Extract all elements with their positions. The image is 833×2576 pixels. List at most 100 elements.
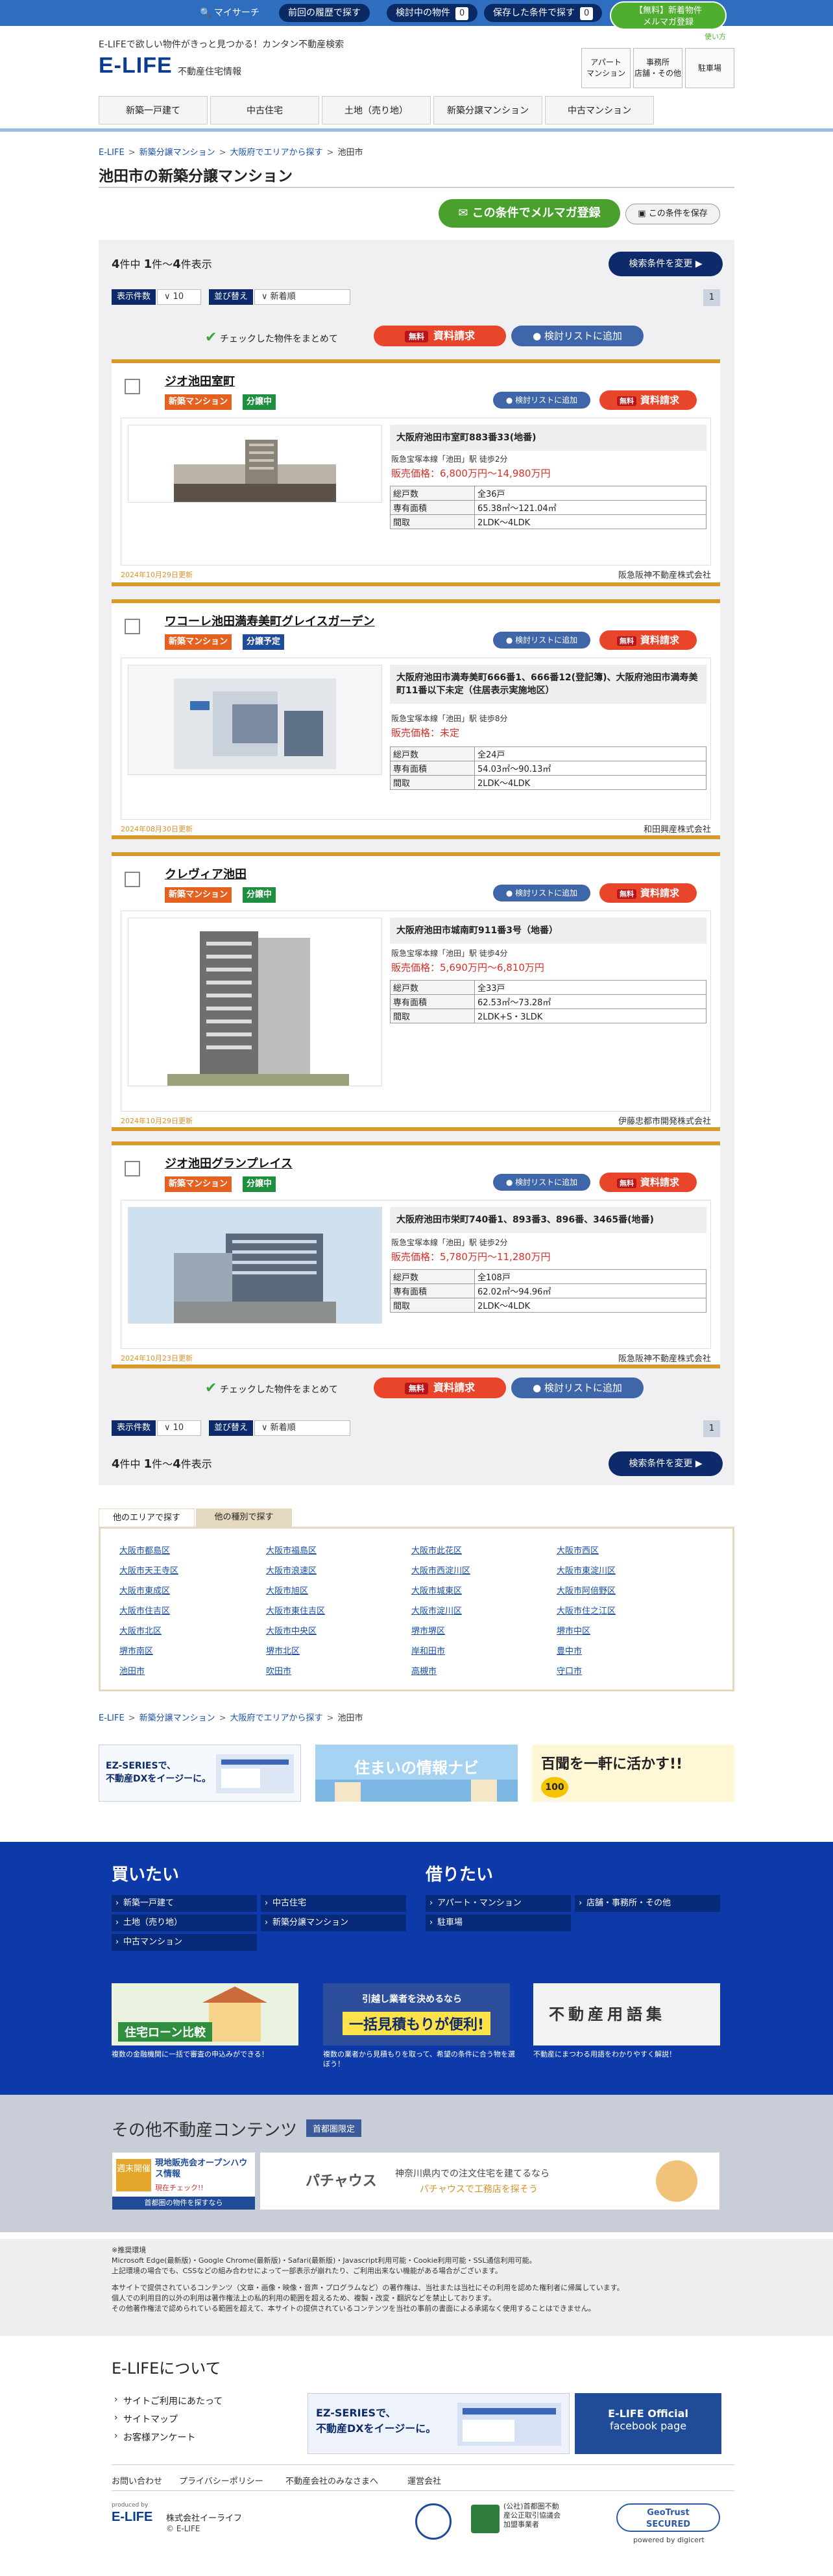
- footer-link-parking[interactable]: 駐車場: [426, 1914, 571, 1931]
- area-link[interactable]: 大阪市北区: [119, 1624, 162, 1636]
- tab-used-mansion[interactable]: 中古マンション: [545, 96, 654, 125]
- footer-link-used-house[interactable]: 中古住宅: [261, 1895, 406, 1912]
- area-link[interactable]: 堺市南区: [119, 1644, 153, 1656]
- saved-search-button[interactable]: 保存した条件で探す 0: [484, 4, 603, 22]
- area-link[interactable]: 守口市: [557, 1664, 582, 1676]
- footer-link-used-mansion[interactable]: 中古マンション: [112, 1934, 257, 1951]
- area-link[interactable]: 大阪市此花区: [411, 1544, 462, 1556]
- area-link[interactable]: 堺市堺区: [411, 1624, 445, 1636]
- bulk-add-list-button[interactable]: ● 検討リストに追加: [511, 326, 644, 346]
- history-search-button[interactable]: 前回の履歴で探す: [279, 4, 370, 22]
- page-number[interactable]: 1: [703, 289, 720, 306]
- area-link[interactable]: 大阪市城東区: [411, 1584, 462, 1596]
- add-list-button[interactable]: ● 検討リストに追加: [493, 632, 590, 649]
- tab-new-house[interactable]: 新築一戸建て: [99, 96, 208, 125]
- link-company[interactable]: 運営会社: [407, 2474, 441, 2487]
- link-contact[interactable]: お問い合わせ: [112, 2474, 162, 2487]
- property-checkbox[interactable]: [125, 1161, 140, 1176]
- footer-link-new-house[interactable]: 新築一戸建て: [112, 1895, 257, 1912]
- property-name[interactable]: ワコーレ池田満寿美町グレイスガーデン: [165, 612, 374, 629]
- add-list-button[interactable]: ● 検討リストに追加: [493, 392, 590, 409]
- property-checkbox[interactable]: [125, 379, 140, 394]
- property-checkbox[interactable]: [125, 619, 140, 634]
- link-for-agents[interactable]: 不動産会社のみなさまへ: [285, 2474, 378, 2487]
- property-photo[interactable]: [128, 665, 382, 775]
- bulk-add-list-button[interactable]: ● 検討リストに追加: [511, 1377, 644, 1398]
- property-photo[interactable]: [128, 425, 382, 503]
- area-link[interactable]: 大阪市西区: [557, 1544, 599, 1556]
- request-button[interactable]: 無料 資料請求: [599, 883, 697, 903]
- area-link[interactable]: 大阪市中央区: [266, 1624, 317, 1636]
- property-name[interactable]: クレヴィア池田: [165, 865, 247, 882]
- footer-link-new-mansion[interactable]: 新築分譲マンション: [261, 1914, 406, 1931]
- per-page-select[interactable]: ∨ 10: [157, 1420, 201, 1436]
- sort-select[interactable]: ∨ 新着順: [254, 1420, 350, 1436]
- ez-series-banner[interactable]: EZ-SERIESで、 不動産DXをイージーに。: [308, 2393, 570, 2454]
- area-link[interactable]: 池田市: [119, 1664, 145, 1676]
- banner-hyakubun[interactable]: 百聞を一軒に活かす!! 100: [532, 1745, 734, 1802]
- promo-moving[interactable]: 引越し業者を決めるなら 一括見積もりが便利!: [323, 1983, 510, 2045]
- breadcrumb-category[interactable]: 新築分譲マンション: [139, 148, 215, 158]
- area-link[interactable]: 大阪市淀川区: [411, 1604, 462, 1616]
- open-house-banner[interactable]: 週末開催 現地販売会オープンハウス情報 現在チェック!! 首都圏の物件を探すなら: [112, 2152, 256, 2210]
- property-name[interactable]: ジオ池田室町: [165, 372, 235, 389]
- tab-new-mansion[interactable]: 新築分譲マンション: [433, 96, 542, 125]
- banner-ez-series[interactable]: EZ-SERIESで、 不動産DXをイージーに。: [99, 1745, 301, 1802]
- property-checkbox[interactable]: [125, 872, 140, 887]
- considering-button[interactable]: 検討中の物件 0: [387, 4, 478, 22]
- facebook-banner[interactable]: E-LIFE Official facebook page: [575, 2393, 721, 2454]
- area-link[interactable]: 大阪市西淀川区: [411, 1564, 470, 1576]
- breadcrumb-home[interactable]: E-LIFE: [99, 148, 125, 158]
- mysearch-link[interactable]: 🔍 マイサーチ: [191, 4, 269, 22]
- tab-other-area[interactable]: 他のエリアで探す: [99, 1509, 195, 1527]
- banner-sumai-navi[interactable]: 住まいの情報ナビ: [315, 1745, 518, 1802]
- area-link[interactable]: 吹田市: [266, 1664, 291, 1676]
- nav-apartment[interactable]: アパート マンション: [581, 48, 631, 88]
- area-link[interactable]: 大阪市福島区: [266, 1544, 317, 1556]
- property-photo[interactable]: [128, 918, 382, 1086]
- area-link[interactable]: 大阪市東淀川区: [557, 1564, 616, 1576]
- area-link[interactable]: 大阪市住吉区: [119, 1604, 170, 1616]
- area-link[interactable]: 大阪市旭区: [266, 1584, 308, 1596]
- property-photo[interactable]: [128, 1207, 382, 1324]
- area-link[interactable]: 大阪市阿倍野区: [557, 1584, 616, 1596]
- magazine-register-button[interactable]: 【無料】新着物件 メルマガ登録: [610, 1, 727, 30]
- add-list-button[interactable]: ● 検討リストに追加: [493, 1174, 590, 1191]
- bulk-request-button[interactable]: 無料 資料請求: [374, 326, 506, 346]
- area-link[interactable]: 大阪市東成区: [119, 1584, 170, 1596]
- link-privacy[interactable]: プライバシーポリシー: [179, 2474, 263, 2487]
- change-search-button[interactable]: 検索条件を変更 ▶: [609, 252, 723, 276]
- about-link-sitemap[interactable]: サイトマップ: [114, 2413, 178, 2426]
- area-link[interactable]: 堺市北区: [266, 1644, 300, 1656]
- area-link[interactable]: 大阪市住之江区: [557, 1604, 616, 1616]
- sort-select[interactable]: ∨ 新着順: [254, 289, 350, 305]
- area-link[interactable]: 岸和田市: [411, 1644, 445, 1656]
- area-link[interactable]: 大阪市東住吉区: [266, 1604, 325, 1616]
- bulk-request-button[interactable]: 無料 資料請求: [374, 1377, 506, 1398]
- mail-register-button[interactable]: ✉ この条件でメルマガ登録: [439, 199, 620, 228]
- footer-link-land[interactable]: 土地（売り地）: [112, 1914, 257, 1931]
- nav-parking[interactable]: 駐車場: [685, 48, 734, 88]
- breadcrumb-area[interactable]: 大阪府でエリアから探す: [230, 148, 323, 158]
- change-search-button[interactable]: 検索条件を変更 ▶: [609, 1451, 723, 1476]
- about-link-survey[interactable]: お客様アンケート: [114, 2431, 196, 2444]
- area-link[interactable]: 高槻市: [411, 1664, 437, 1676]
- footer-link-apartment[interactable]: アパート・マンション: [426, 1895, 571, 1912]
- nav-office[interactable]: 事務所 店舗・その他: [633, 48, 682, 88]
- tab-used-house[interactable]: 中古住宅: [210, 96, 319, 125]
- footer-link-office[interactable]: 店舗・事務所・その他: [575, 1895, 720, 1912]
- breadcrumb-category[interactable]: 新築分譲マンション: [139, 1713, 215, 1723]
- page-number[interactable]: 1: [703, 1420, 720, 1437]
- area-link[interactable]: 大阪市天王寺区: [119, 1564, 178, 1576]
- tab-land[interactable]: 土地（売り地）: [322, 96, 431, 125]
- promo-glossary[interactable]: 不動産用語集: [533, 1983, 720, 2045]
- area-link[interactable]: 堺市中区: [557, 1624, 590, 1636]
- request-button[interactable]: 無料 資料請求: [599, 390, 697, 410]
- breadcrumb-area[interactable]: 大阪府でエリアから探す: [230, 1713, 323, 1723]
- area-link[interactable]: 大阪市浪速区: [266, 1564, 317, 1576]
- breadcrumb-home[interactable]: E-LIFE: [99, 1713, 125, 1723]
- pachaus-banner[interactable]: パチャウス 神奈川県内での注文住宅を建てるなら パチャウスで工務店を探そう: [260, 2152, 720, 2210]
- per-page-select[interactable]: ∨ 10: [157, 289, 201, 305]
- add-list-button[interactable]: ● 検討リストに追加: [493, 885, 590, 901]
- save-condition-button[interactable]: ▣ この条件を保存: [625, 204, 720, 224]
